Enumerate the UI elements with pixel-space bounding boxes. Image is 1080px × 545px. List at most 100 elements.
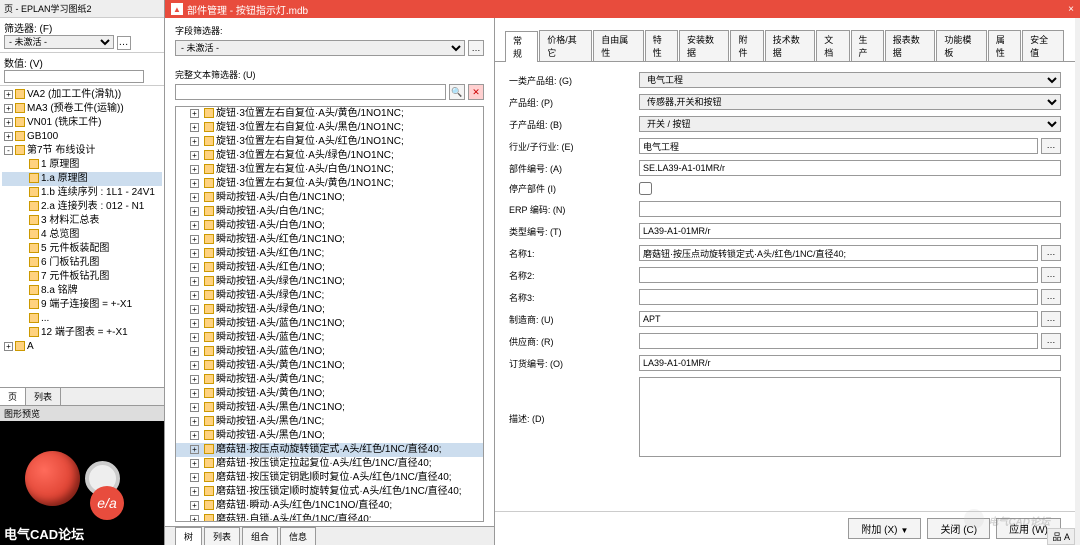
part-tree-item[interactable]: +瞬动按钮·A头/绿色/1NC;: [176, 289, 483, 303]
mid-filter-select[interactable]: - 未激活 -: [175, 40, 465, 56]
attach-button[interactable]: 附加 (X)▼: [848, 518, 921, 539]
tab-page[interactable]: 页: [0, 388, 26, 405]
productGroup-select[interactable]: 电气工程: [639, 72, 1061, 88]
page-tree-item[interactable]: +A: [2, 340, 162, 354]
part-tree-item[interactable]: +瞬动按钮·A头/白色/1NO;: [176, 219, 483, 233]
industry-input[interactable]: [639, 138, 1038, 154]
expand-icon[interactable]: +: [190, 515, 199, 522]
expand-icon[interactable]: +: [190, 389, 199, 398]
part-tree-item[interactable]: +瞬动按钮·A头/红色/1NC;: [176, 247, 483, 261]
page-tree-item[interactable]: 7 元件板钻孔图: [2, 270, 162, 284]
part-tree-item[interactable]: +瞬动按钮·A头/黄色/1NC1NO;: [176, 359, 483, 373]
expand-icon[interactable]: +: [190, 417, 199, 426]
part-tree-item[interactable]: +瞬动按钮·A头/白色/1NC1NO;: [176, 191, 483, 205]
supplier-dots[interactable]: …: [1041, 333, 1061, 349]
parts-tree[interactable]: +旋钮·3位置左右自复位·A头/黄色/1NO1NC;+旋钮·3位置左右自复位·A…: [175, 106, 484, 522]
part-tree-item[interactable]: +旋钮·3位置左右自复位·A头/红色/1NO1NC;: [176, 135, 483, 149]
page-tree-item[interactable]: 6 门板钻孔图: [2, 256, 162, 270]
page-tree-item[interactable]: 5 元件板装配图: [2, 242, 162, 256]
part-tree-item[interactable]: +瞬动按钮·A头/黑色/1NC;: [176, 415, 483, 429]
part-tree-item[interactable]: +磨菇钮·按压锁定顺时旋转复位式·A头/红色/1NC/直径40;: [176, 485, 483, 499]
expand-icon[interactable]: +: [190, 207, 199, 216]
page-tree-item[interactable]: 2.a 连接列表 : 012 - N1: [2, 200, 162, 214]
expand-icon[interactable]: +: [190, 193, 199, 202]
mid-tab-list[interactable]: 列表: [204, 527, 240, 545]
part-tree-item[interactable]: +旋钮·3位置左右自复位·A头/黑色/1NO1NC;: [176, 121, 483, 135]
expand-icon[interactable]: +: [190, 291, 199, 300]
expand-icon[interactable]: +: [190, 333, 199, 342]
part-tree-item[interactable]: +磨菇钮·按压点动旋转锁定式·A头/红色/1NC/直径40;: [176, 443, 483, 457]
property-tab[interactable]: 文档: [816, 30, 849, 61]
property-tab[interactable]: 常规: [505, 31, 538, 62]
expand-icon[interactable]: +: [190, 179, 199, 188]
page-tree-item[interactable]: 3 材料汇总表: [2, 214, 162, 228]
typeNo-input[interactable]: [639, 223, 1061, 239]
property-tab[interactable]: 功能模板: [936, 30, 987, 61]
expand-icon[interactable]: +: [190, 445, 199, 454]
part-tree-item[interactable]: +瞬动按钮·A头/绿色/1NC1NO;: [176, 275, 483, 289]
erp-input[interactable]: [639, 201, 1061, 217]
part-tree-item[interactable]: +瞬动按钮·A头/蓝色/1NO;: [176, 345, 483, 359]
mid-tab-combo[interactable]: 组合: [242, 527, 278, 545]
expand-icon[interactable]: +: [4, 118, 13, 127]
page-tree-item[interactable]: 12 端子图表 = +-X1: [2, 326, 162, 340]
name3-input[interactable]: [639, 289, 1038, 305]
fulltext-clear-icon[interactable]: ✕: [468, 84, 484, 100]
expand-icon[interactable]: +: [190, 319, 199, 328]
property-tab[interactable]: 附件: [730, 30, 763, 61]
expand-icon[interactable]: +: [190, 151, 199, 160]
expand-icon[interactable]: +: [190, 249, 199, 258]
subProductGrp-select[interactable]: 开关 / 按钮: [639, 116, 1061, 132]
name3-dots[interactable]: …: [1041, 289, 1061, 305]
expand-icon[interactable]: +: [190, 109, 199, 118]
expand-icon[interactable]: +: [190, 347, 199, 356]
expand-icon[interactable]: +: [190, 305, 199, 314]
page-tree-item[interactable]: +GB100: [2, 130, 162, 144]
expand-icon[interactable]: +: [190, 473, 199, 482]
name1-dots[interactable]: …: [1041, 245, 1061, 261]
property-tab[interactable]: 报表数据: [885, 30, 936, 61]
part-tree-item[interactable]: +旋钮·3位置左右复位·A头/绿色/1NO1NC;: [176, 149, 483, 163]
desc-textarea[interactable]: [639, 377, 1061, 457]
value-input[interactable]: [4, 70, 144, 83]
expand-icon[interactable]: -: [4, 146, 13, 155]
tab-list[interactable]: 列表: [26, 388, 61, 405]
expand-icon[interactable]: +: [190, 501, 199, 510]
expand-icon[interactable]: +: [190, 235, 199, 244]
part-tree-item[interactable]: +瞬动按钮·A头/绿色/1NO;: [176, 303, 483, 317]
manufacturer-input[interactable]: [639, 311, 1038, 327]
mid-tab-tree[interactable]: 树: [175, 527, 202, 545]
expand-icon[interactable]: +: [190, 361, 199, 370]
supplier-input[interactable]: [639, 333, 1038, 349]
discontinued-checkbox[interactable]: [639, 182, 652, 195]
productGrp-select[interactable]: 传感器,开关和按钮: [639, 94, 1061, 110]
expand-icon[interactable]: +: [4, 342, 13, 351]
expand-icon[interactable]: +: [190, 487, 199, 496]
page-tree-item[interactable]: 1.b 连续序列 : 1L1 - 24V1: [2, 186, 162, 200]
property-tab[interactable]: 技术数据: [765, 30, 816, 61]
page-tree[interactable]: +VA2 (加工工件(滑轨))+MA3 (预卷工件(运输))+VN01 (铣床工…: [0, 86, 164, 387]
expand-icon[interactable]: +: [190, 403, 199, 412]
page-tree-item[interactable]: 1 原理图: [2, 158, 162, 172]
fulltext-search-icon[interactable]: 🔍: [449, 84, 465, 100]
expand-icon[interactable]: +: [190, 137, 199, 146]
property-tab[interactable]: 自由属性: [593, 30, 644, 61]
fulltext-input[interactable]: [175, 84, 446, 100]
part-tree-item[interactable]: +磨菇钮·按压锁定钥匙顺时复位·A头/红色/1NC/直径40;: [176, 471, 483, 485]
part-tree-item[interactable]: +磨菇钮·瞬动·A头/红色/1NC1NO/直径40;: [176, 499, 483, 513]
expand-icon[interactable]: +: [190, 277, 199, 286]
property-tab[interactable]: 生产: [851, 30, 884, 61]
page-tree-item[interactable]: -第7节 布线设计: [2, 144, 162, 158]
part-tree-item[interactable]: +瞬动按钮·A头/黄色/1NC;: [176, 373, 483, 387]
page-tree-item[interactable]: 4 总览图: [2, 228, 162, 242]
expand-icon[interactable]: +: [4, 132, 13, 141]
part-tree-item[interactable]: +瞬动按钮·A头/红色/1NC1NO;: [176, 233, 483, 247]
part-tree-item[interactable]: +瞬动按钮·A头/黑色/1NO;: [176, 429, 483, 443]
name2-dots[interactable]: …: [1041, 267, 1061, 283]
expand-icon[interactable]: +: [190, 165, 199, 174]
partNo-input[interactable]: [639, 160, 1061, 176]
filter-dots-icon[interactable]: …: [117, 36, 131, 50]
manufacturer-dots[interactable]: …: [1041, 311, 1061, 327]
property-tab[interactable]: 价格/其它: [539, 30, 592, 61]
part-tree-item[interactable]: +瞬动按钮·A头/红色/1NO;: [176, 261, 483, 275]
